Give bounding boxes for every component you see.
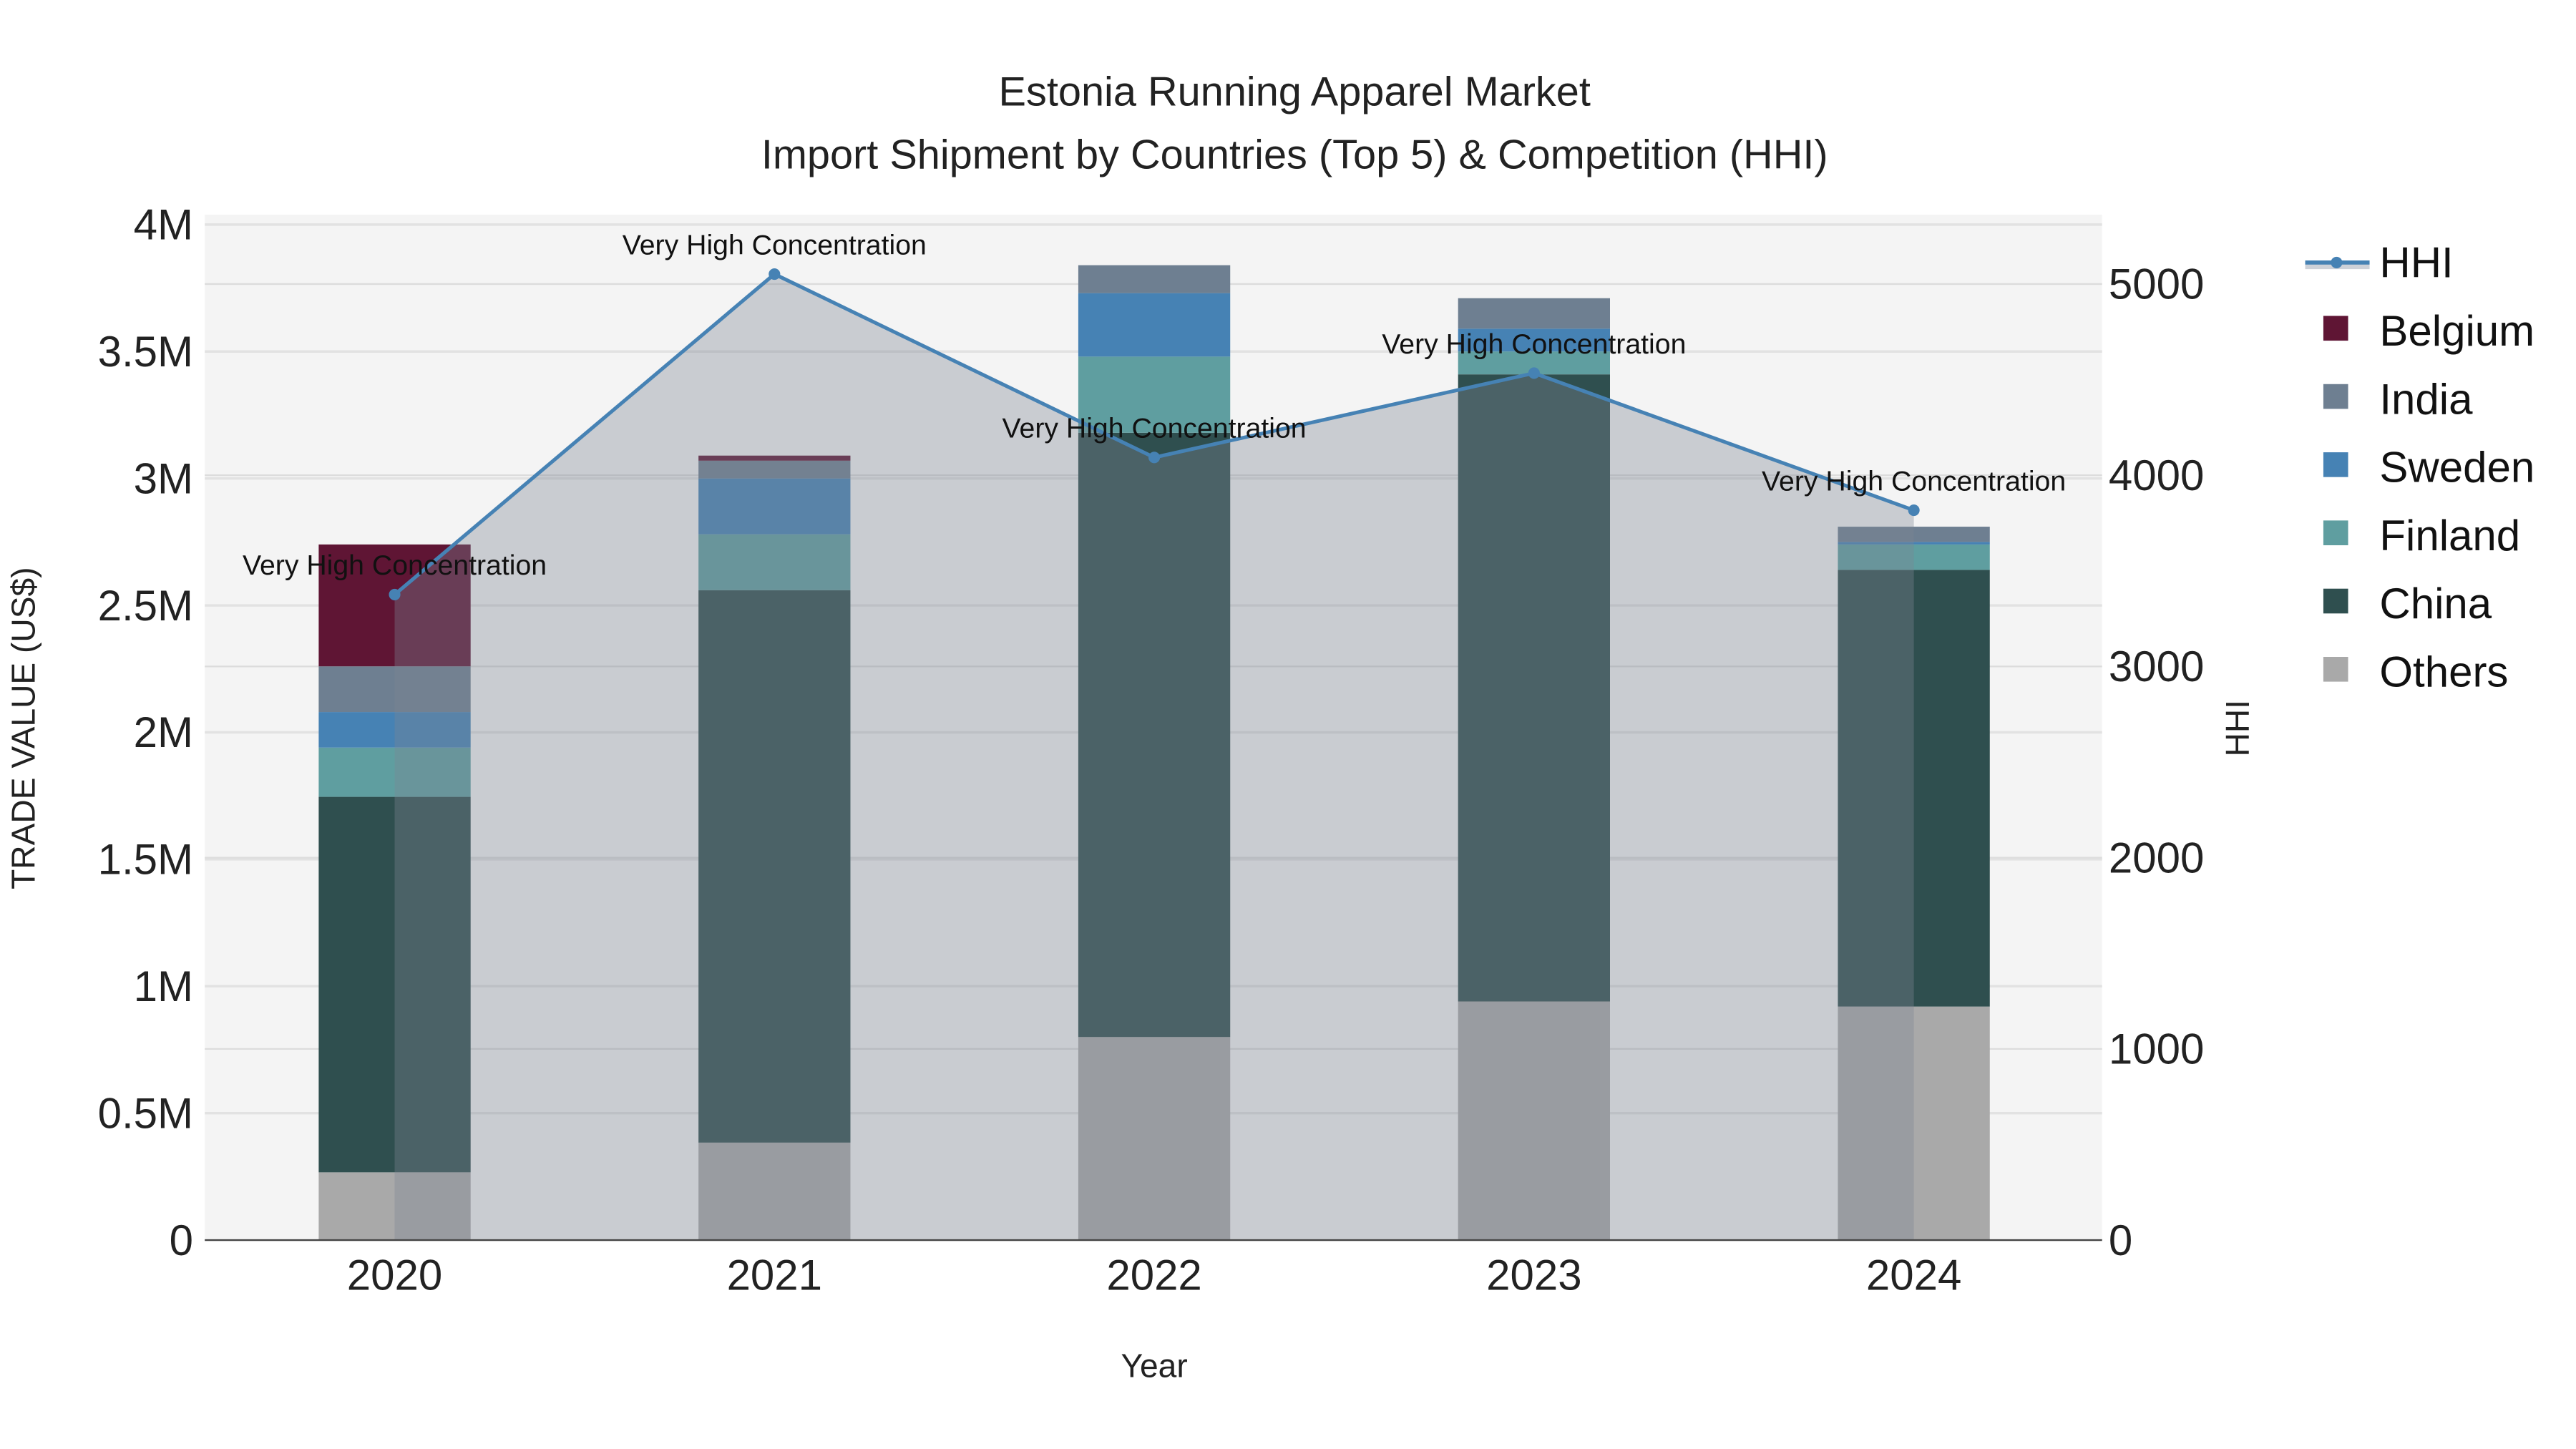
legend-label-finland: Finland <box>2379 512 2520 560</box>
hhi-annotation: Very High Concentration <box>623 229 927 260</box>
y-tick-label: 3M <box>134 454 193 502</box>
hhi-annotation: Very High Concentration <box>1382 328 1686 360</box>
bar-india-2023 <box>1458 298 1610 329</box>
hhi-annotation: Very High Concentration <box>1002 413 1307 444</box>
legend-label-hhi: HHI <box>2379 239 2453 287</box>
chart-title: Estonia Running Apparel Market <box>999 69 1591 115</box>
legend-swatch-others <box>2323 657 2348 682</box>
y-tick-label: 2M <box>134 708 193 756</box>
y2-tick-label: 1000 <box>2109 1025 2204 1073</box>
legend-swatch-sweden <box>2323 452 2348 477</box>
hhi-annotation: Very High Concentration <box>1762 465 2066 497</box>
y2-tick-label: 0 <box>2109 1216 2132 1264</box>
y2-tick-label: 3000 <box>2109 643 2204 691</box>
legend-label-china: China <box>2379 580 2492 628</box>
legend-swatch-india <box>2323 384 2348 409</box>
x-axis-title: Year <box>1121 1347 1187 1385</box>
hhi-point-2022 <box>1148 452 1161 464</box>
y2-axis-title: HHI <box>2219 700 2256 756</box>
y-tick-label: 4M <box>134 201 193 249</box>
hhi-point-2020 <box>389 588 401 600</box>
y-tick-label: 3.5M <box>98 328 193 376</box>
x-tick-label: 2023 <box>1486 1251 1581 1299</box>
legend-label-others: Others <box>2379 648 2508 696</box>
legend-swatch-finland <box>2323 520 2348 545</box>
x-tick-label: 2020 <box>347 1251 442 1299</box>
legend-swatch-belgium <box>2323 316 2348 341</box>
y2-tick-label: 4000 <box>2109 452 2204 499</box>
chart: Very High Concentration Very High Concent… <box>0 0 2576 1449</box>
legend-label-sweden: Sweden <box>2379 444 2534 492</box>
y-tick-label: 1M <box>134 962 193 1010</box>
hhi-annotation: Very High Concentration <box>243 550 547 581</box>
y2-tick-label: 2000 <box>2109 834 2204 882</box>
legend-hhi-marker <box>2331 256 2343 268</box>
y2-tick-label: 5000 <box>2109 260 2204 308</box>
x-tick-label: 2021 <box>727 1251 822 1299</box>
legend-label-belgium: Belgium <box>2379 307 2534 355</box>
legend-label-india: India <box>2379 375 2473 423</box>
chart-subtitle: Import Shipment by Countries (Top 5) & C… <box>761 132 1828 177</box>
y-tick-label: 0.5M <box>98 1089 193 1137</box>
x-tick-label: 2024 <box>1866 1251 1961 1299</box>
y-axis-title: TRADE VALUE (US$) <box>4 567 42 889</box>
y-tick-label: 2.5M <box>98 582 193 630</box>
bar-india-2022 <box>1078 265 1231 293</box>
legend-swatch-china <box>2323 588 2348 614</box>
hhi-point-2023 <box>1528 367 1540 379</box>
bar-sweden-2022 <box>1078 293 1231 357</box>
y-tick-label: 0 <box>170 1216 193 1264</box>
hhi-point-2024 <box>1908 504 1920 517</box>
hhi-point-2021 <box>769 268 781 280</box>
y-tick-label: 1.5M <box>98 836 193 884</box>
x-tick-label: 2022 <box>1106 1251 1201 1299</box>
